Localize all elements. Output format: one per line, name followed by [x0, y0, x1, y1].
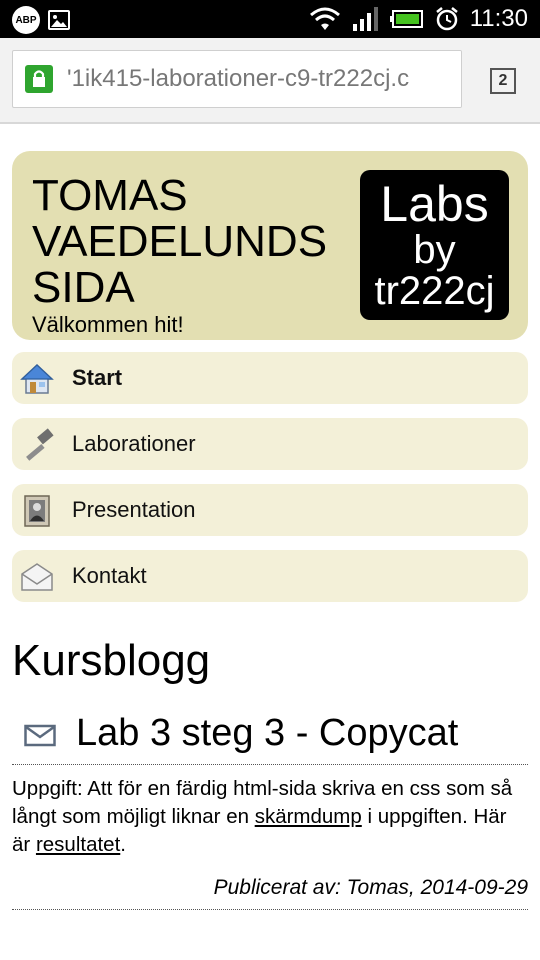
image-notification-icon — [48, 10, 70, 30]
envelope-icon — [21, 563, 53, 591]
result-link[interactable]: resultatet — [36, 833, 120, 856]
site-logo: Labs by tr222cj — [360, 170, 509, 320]
mail-icon — [24, 724, 56, 747]
signal-icon — [352, 7, 378, 31]
portrait-icon — [24, 495, 50, 527]
status-left: ABP — [12, 6, 70, 34]
battery-icon — [389, 10, 423, 28]
blog-heading: Kursblogg — [12, 636, 211, 685]
site-header: TOMAS VAEDELUNDS SIDA Välkommen hit! Lab… — [12, 151, 528, 340]
nav-item-start[interactable]: Start — [12, 352, 528, 404]
logo-line: Labs — [380, 176, 489, 232]
url-fade — [421, 51, 461, 107]
nav-item-laborationer[interactable]: Laborationer — [12, 418, 528, 470]
logo-line: by — [413, 228, 456, 272]
post-title-row: Lab 3 steg 3 - Copycat — [12, 708, 528, 765]
secure-lock-icon[interactable] — [25, 65, 53, 93]
wifi-icon — [309, 7, 340, 30]
status-right: 11:30 — [308, 4, 528, 34]
nav-item-presentation[interactable]: Presentation — [12, 484, 528, 536]
nav-label: Presentation — [72, 497, 196, 522]
address-bar[interactable]: '1ik415-laborationer-c9-tr222cj.c — [12, 50, 462, 108]
nav-label: Start — [72, 365, 123, 390]
nav-label: Laborationer — [72, 431, 196, 456]
browser-toolbar: '1ik415-laborationer-c9-tr222cj.c 2 — [0, 38, 540, 124]
site-subtitle: Välkommen hit! — [32, 312, 184, 337]
post-byline: Publicerat av: Tomas, 2014-09-29 — [12, 866, 528, 910]
post-title: Lab 3 steg 3 - Copycat — [76, 712, 459, 754]
site-title: TOMAS VAEDELUNDS SIDA — [32, 171, 328, 312]
clock: 11:30 — [469, 5, 528, 32]
screenshot-link[interactable]: skärmdump — [255, 805, 362, 828]
tab-switcher-button[interactable]: 2 — [490, 68, 516, 94]
hammer-icon — [26, 428, 54, 461]
url-text[interactable]: '1ik415-laborationer-c9-tr222cj.c — [67, 65, 409, 93]
nav-item-kontakt[interactable]: Kontakt — [12, 550, 528, 602]
logo-line: tr222cj — [374, 269, 495, 313]
post-body: Uppgift: Att för en färdig html-sida skr… — [12, 775, 528, 859]
nav-label: Kontakt — [72, 563, 147, 588]
alarm-icon — [435, 7, 458, 31]
home-icon — [20, 363, 54, 394]
adblock-icon: ABP — [12, 6, 40, 34]
post-text: . — [120, 833, 126, 856]
status-bar: ABP 11:30 — [0, 0, 540, 38]
